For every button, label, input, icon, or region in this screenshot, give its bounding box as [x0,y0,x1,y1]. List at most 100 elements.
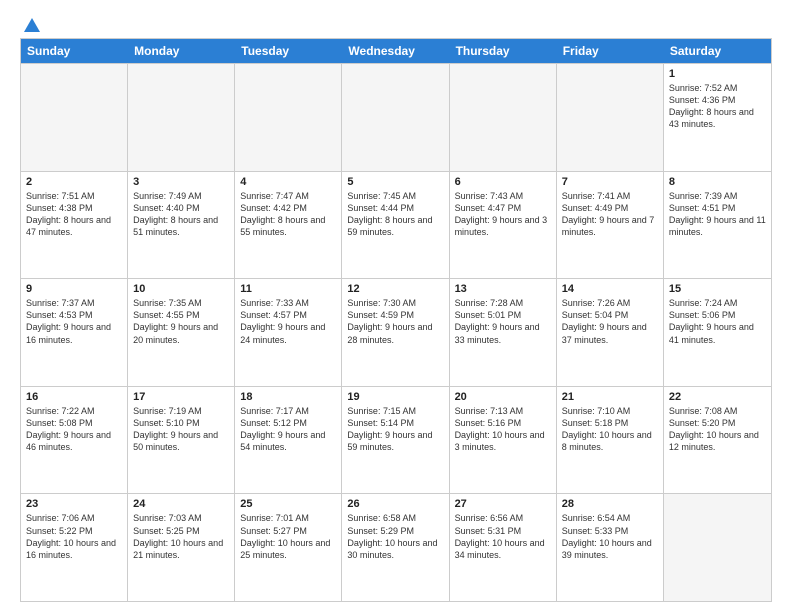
calendar-row-2: 9 Sunrise: 7:37 AM Sunset: 4:53 PM Daylig… [21,278,771,386]
calendar-body: 1 Sunrise: 7:52 AM Sunset: 4:36 PM Daylig… [21,63,771,601]
weekday-header-thursday: Thursday [450,39,557,63]
calendar-page: SundayMondayTuesdayWednesdayThursdayFrid… [0,0,792,612]
day-cell-6: 6 Sunrise: 7:43 AM Sunset: 4:47 PM Daylig… [450,172,557,279]
day-number: 4 [240,176,336,188]
day-info: Sunrise: 7:08 AM Sunset: 5:20 PM Dayligh… [669,405,766,454]
weekday-header-monday: Monday [128,39,235,63]
empty-cell [128,64,235,171]
day-info: Sunrise: 7:24 AM Sunset: 5:06 PM Dayligh… [669,297,766,346]
day-cell-12: 12 Sunrise: 7:30 AM Sunset: 4:59 PM Dayli… [342,279,449,386]
weekday-header-tuesday: Tuesday [235,39,342,63]
day-info: Sunrise: 7:45 AM Sunset: 4:44 PM Dayligh… [347,190,443,239]
day-cell-11: 11 Sunrise: 7:33 AM Sunset: 4:57 PM Dayli… [235,279,342,386]
day-number: 11 [240,283,336,295]
day-info: Sunrise: 7:47 AM Sunset: 4:42 PM Dayligh… [240,190,336,239]
header [20,16,772,30]
day-cell-18: 18 Sunrise: 7:17 AM Sunset: 5:12 PM Dayli… [235,387,342,494]
day-number: 25 [240,498,336,510]
day-cell-24: 24Sunrise: 7:03 AM Sunset: 5:25 PM Dayli… [128,494,235,601]
day-cell-2: 2 Sunrise: 7:51 AM Sunset: 4:38 PM Daylig… [21,172,128,279]
day-info: Sunrise: 7:52 AM Sunset: 4:36 PM Dayligh… [669,82,766,131]
day-info: Sunrise: 7:35 AM Sunset: 4:55 PM Dayligh… [133,297,229,346]
weekday-header-friday: Friday [557,39,664,63]
day-info: Sunrise: 7:41 AM Sunset: 4:49 PM Dayligh… [562,190,658,239]
day-info: Sunrise: 7:17 AM Sunset: 5:12 PM Dayligh… [240,405,336,454]
day-number: 6 [455,176,551,188]
empty-cell [557,64,664,171]
day-cell-13: 13 Sunrise: 7:28 AM Sunset: 5:01 PM Dayli… [450,279,557,386]
day-cell-3: 3 Sunrise: 7:49 AM Sunset: 4:40 PM Daylig… [128,172,235,279]
day-cell-26: 26 Sunrise: 6:58 AM Sunset: 5:29 PM Dayli… [342,494,449,601]
day-number: 3 [133,176,229,188]
day-info: Sunrise: 7:10 AM Sunset: 5:18 PM Dayligh… [562,405,658,454]
day-number: 7 [562,176,658,188]
calendar-header: SundayMondayTuesdayWednesdayThursdayFrid… [21,39,771,63]
day-number: 1 [669,68,766,80]
day-info: Sunrise: 7:13 AM Sunset: 5:16 PM Dayligh… [455,405,551,454]
day-cell-28: 28Sunrise: 6:54 AM Sunset: 5:33 PM Dayli… [557,494,664,601]
day-number: 10 [133,283,229,295]
day-number: 17 [133,391,229,403]
calendar-row-0: 1 Sunrise: 7:52 AM Sunset: 4:36 PM Daylig… [21,63,771,171]
day-info: Sunrise: 7:49 AM Sunset: 4:40 PM Dayligh… [133,190,229,239]
day-number: 2 [26,176,122,188]
day-number: 23 [26,498,122,510]
day-info: Sunrise: 7:03 AM Sunset: 5:25 PM Dayligh… [133,512,229,561]
day-number: 15 [669,283,766,295]
empty-cell [450,64,557,171]
calendar: SundayMondayTuesdayWednesdayThursdayFrid… [20,38,772,602]
day-info: Sunrise: 7:51 AM Sunset: 4:38 PM Dayligh… [26,190,122,239]
empty-cell [235,64,342,171]
weekday-header-saturday: Saturday [664,39,771,63]
day-number: 12 [347,283,443,295]
day-cell-9: 9 Sunrise: 7:37 AM Sunset: 4:53 PM Daylig… [21,279,128,386]
day-number: 8 [669,176,766,188]
day-number: 20 [455,391,551,403]
day-info: Sunrise: 7:19 AM Sunset: 5:10 PM Dayligh… [133,405,229,454]
day-cell-1: 1 Sunrise: 7:52 AM Sunset: 4:36 PM Daylig… [664,64,771,171]
day-cell-27: 27Sunrise: 6:56 AM Sunset: 5:31 PM Dayli… [450,494,557,601]
day-cell-22: 22Sunrise: 7:08 AM Sunset: 5:20 PM Dayli… [664,387,771,494]
day-number: 13 [455,283,551,295]
day-cell-17: 17 Sunrise: 7:19 AM Sunset: 5:10 PM Dayli… [128,387,235,494]
weekday-header-sunday: Sunday [21,39,128,63]
day-number: 9 [26,283,122,295]
logo-icon [22,16,42,36]
day-info: Sunrise: 6:54 AM Sunset: 5:33 PM Dayligh… [562,512,658,561]
calendar-row-1: 2 Sunrise: 7:51 AM Sunset: 4:38 PM Daylig… [21,171,771,279]
day-info: Sunrise: 7:43 AM Sunset: 4:47 PM Dayligh… [455,190,551,239]
day-cell-4: 4 Sunrise: 7:47 AM Sunset: 4:42 PM Daylig… [235,172,342,279]
empty-cell [664,494,771,601]
day-cell-14: 14 Sunrise: 7:26 AM Sunset: 5:04 PM Dayli… [557,279,664,386]
empty-cell [342,64,449,171]
day-cell-21: 21 Sunrise: 7:10 AM Sunset: 5:18 PM Dayli… [557,387,664,494]
day-info: Sunrise: 7:33 AM Sunset: 4:57 PM Dayligh… [240,297,336,346]
weekday-header-wednesday: Wednesday [342,39,449,63]
day-info: Sunrise: 7:39 AM Sunset: 4:51 PM Dayligh… [669,190,766,239]
day-number: 26 [347,498,443,510]
day-number: 16 [26,391,122,403]
calendar-row-3: 16 Sunrise: 7:22 AM Sunset: 5:08 PM Dayli… [21,386,771,494]
day-cell-20: 20 Sunrise: 7:13 AM Sunset: 5:16 PM Dayli… [450,387,557,494]
day-cell-5: 5Sunrise: 7:45 AM Sunset: 4:44 PM Daylig… [342,172,449,279]
day-number: 19 [347,391,443,403]
day-cell-19: 19 Sunrise: 7:15 AM Sunset: 5:14 PM Dayli… [342,387,449,494]
day-cell-23: 23Sunrise: 7:06 AM Sunset: 5:22 PM Dayli… [21,494,128,601]
day-info: Sunrise: 7:30 AM Sunset: 4:59 PM Dayligh… [347,297,443,346]
day-info: Sunrise: 7:37 AM Sunset: 4:53 PM Dayligh… [26,297,122,346]
day-number: 14 [562,283,658,295]
empty-cell [21,64,128,171]
day-info: Sunrise: 6:58 AM Sunset: 5:29 PM Dayligh… [347,512,443,561]
day-cell-15: 15 Sunrise: 7:24 AM Sunset: 5:06 PM Dayli… [664,279,771,386]
day-info: Sunrise: 7:26 AM Sunset: 5:04 PM Dayligh… [562,297,658,346]
day-info: Sunrise: 7:28 AM Sunset: 5:01 PM Dayligh… [455,297,551,346]
day-info: Sunrise: 6:56 AM Sunset: 5:31 PM Dayligh… [455,512,551,561]
day-number: 21 [562,391,658,403]
logo-text [20,16,42,36]
day-info: Sunrise: 7:01 AM Sunset: 5:27 PM Dayligh… [240,512,336,561]
day-info: Sunrise: 7:15 AM Sunset: 5:14 PM Dayligh… [347,405,443,454]
day-cell-10: 10 Sunrise: 7:35 AM Sunset: 4:55 PM Dayli… [128,279,235,386]
day-cell-8: 8 Sunrise: 7:39 AM Sunset: 4:51 PM Daylig… [664,172,771,279]
day-info: Sunrise: 7:22 AM Sunset: 5:08 PM Dayligh… [26,405,122,454]
day-number: 18 [240,391,336,403]
